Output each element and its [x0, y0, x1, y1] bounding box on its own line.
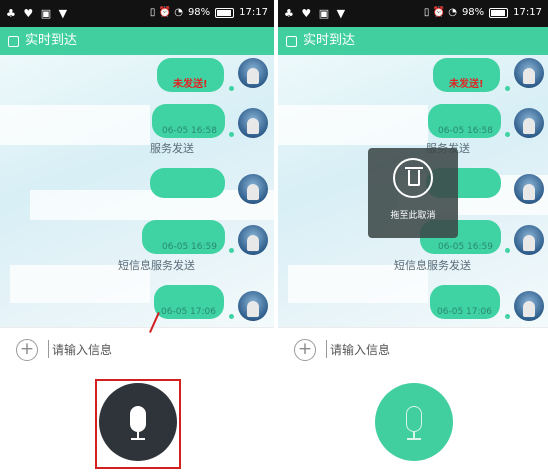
message-bubble[interactable]: 06-05 17:06	[430, 285, 500, 319]
send-failed-label: 未发送!	[449, 79, 484, 90]
add-icon[interactable]: +	[16, 339, 38, 361]
privacy-blur	[0, 105, 150, 145]
highlight-box	[95, 379, 181, 469]
message-bubble[interactable]: 06-05 16:59	[142, 220, 225, 254]
message-bubble[interactable]	[150, 168, 225, 198]
status-dot	[229, 314, 234, 319]
status-dot	[505, 248, 510, 253]
notification-icons: ♣ ♥ ▣ ▼	[6, 7, 70, 20]
system-message: 服务发送	[150, 142, 194, 155]
clock: 17:17	[513, 7, 542, 18]
status-dot	[505, 86, 510, 91]
voice-record-button[interactable]	[375, 383, 453, 461]
drag-cancel-hint: 拖至此取消	[390, 211, 436, 221]
battery-icon	[215, 7, 235, 18]
notification-icons: ♣ ♥ ▣ ▼	[284, 7, 348, 20]
battery-percent: 98%	[187, 7, 211, 18]
message-bubble[interactable]: 06-05 16:58	[152, 104, 225, 138]
avatar[interactable]	[238, 58, 268, 88]
system-message: 短信息服务发送	[118, 259, 195, 272]
message-list[interactable]: 未发送! 06-05 16:58 服务发送 06-05 16:59 短信息服务发…	[0, 55, 274, 327]
page-title: 实时到达	[25, 33, 78, 48]
avatar[interactable]	[238, 291, 268, 321]
message-time: 06-05 17:06	[161, 307, 216, 317]
status-dot	[229, 86, 234, 91]
clock: 17:17	[239, 7, 268, 18]
privacy-blur	[30, 190, 274, 220]
phone-screen-right: ♣ ♥ ▣ ▼ ▯ ⏰ ◔ 98% 17:17 实时到达 未发送! 06-05 …	[278, 0, 548, 474]
avatar[interactable]	[514, 291, 544, 321]
status-dot	[505, 132, 510, 137]
app-header: 实时到达	[278, 27, 548, 55]
message-bubble[interactable]: 未发送!	[157, 58, 224, 92]
avatar[interactable]	[514, 108, 544, 138]
message-time: 06-05 16:59	[162, 242, 217, 252]
system-icons: ▯ ⏰ ◔	[423, 7, 457, 18]
avatar[interactable]	[514, 174, 544, 204]
status-bar: ♣ ♥ ▣ ▼ ▯ ⏰ ◔ 98% 17:17	[0, 0, 274, 27]
drag-cancel-overlay: 拖至此取消	[368, 148, 458, 238]
message-time: 06-05 17:06	[437, 307, 492, 317]
battery-percent: 98%	[461, 7, 485, 18]
send-failed-label: 未发送!	[173, 79, 208, 90]
avatar[interactable]	[238, 174, 268, 204]
avatar[interactable]	[238, 225, 268, 255]
message-list[interactable]: 未发送! 06-05 16:58 服务发送 06-05 16:59 短信息服务发…	[278, 55, 548, 327]
system-message: 短信息服务发送	[394, 259, 471, 272]
message-time: 06-05 16:58	[438, 126, 493, 136]
status-dot	[229, 248, 234, 253]
input-bar: + 请输入信息	[0, 327, 274, 372]
privacy-blur	[278, 105, 428, 145]
text-cursor	[326, 340, 327, 358]
realtime-checkbox[interactable]	[8, 35, 19, 47]
avatar[interactable]	[238, 108, 268, 138]
microphone-icon	[406, 406, 422, 432]
message-bubble[interactable]: 06-05 17:06	[154, 285, 224, 319]
message-bubble[interactable]: 未发送!	[433, 58, 500, 92]
battery-icon	[489, 7, 509, 18]
add-icon[interactable]: +	[294, 339, 316, 361]
input-bar: + 请输入信息	[278, 327, 548, 372]
message-input[interactable]: 请输入信息	[52, 341, 112, 358]
text-cursor	[48, 340, 49, 358]
avatar[interactable]	[514, 58, 544, 88]
status-dot	[229, 132, 234, 137]
trash-icon	[393, 158, 433, 198]
message-bubble[interactable]: 06-05 16:58	[428, 104, 501, 138]
message-time: 06-05 16:59	[438, 242, 493, 252]
message-input[interactable]: 请输入信息	[330, 341, 390, 358]
app-header: 实时到达	[0, 27, 274, 55]
page-title: 实时到达	[303, 33, 356, 48]
phone-screen-left: ♣ ♥ ▣ ▼ ▯ ⏰ ◔ 98% 17:17 实时到达 未发送! 06-05 …	[0, 0, 274, 474]
status-bar: ♣ ♥ ▣ ▼ ▯ ⏰ ◔ 98% 17:17	[278, 0, 548, 27]
avatar[interactable]	[514, 225, 544, 255]
system-icons: ▯ ⏰ ◔	[149, 7, 183, 18]
message-time: 06-05 16:58	[162, 126, 217, 136]
status-dot	[505, 314, 510, 319]
realtime-checkbox[interactable]	[286, 35, 297, 47]
